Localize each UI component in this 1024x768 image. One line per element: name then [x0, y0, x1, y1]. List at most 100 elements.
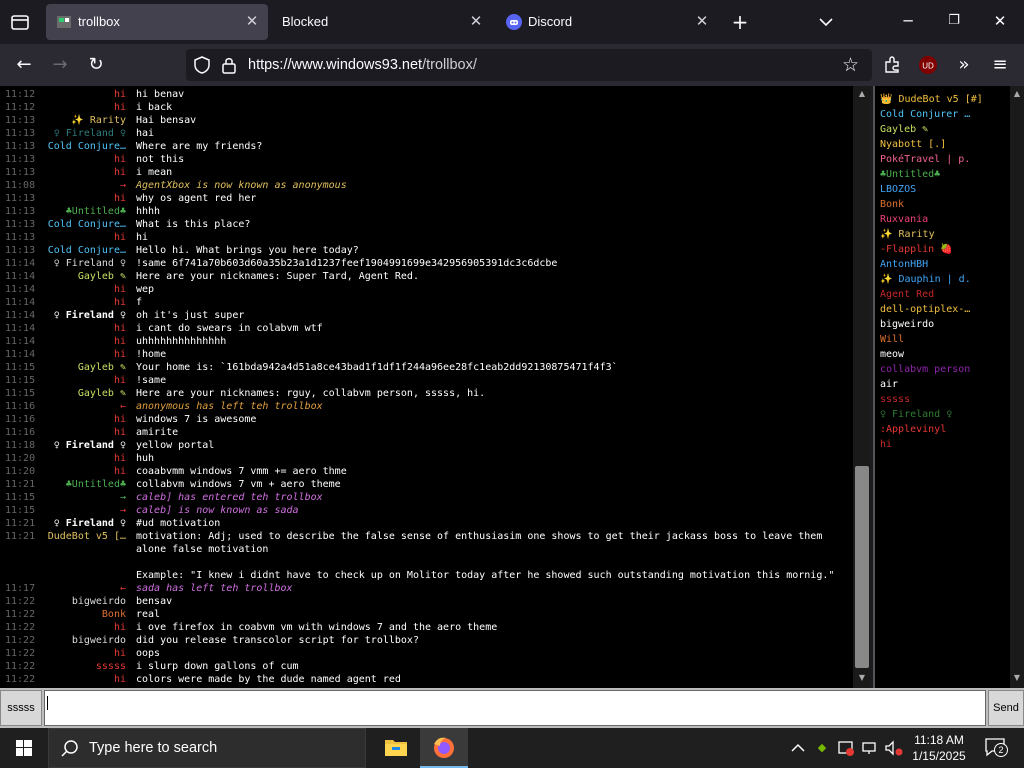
user-list-item[interactable]: hi	[880, 437, 892, 452]
forward-arrow-icon[interactable]: →	[46, 51, 74, 79]
user-list-item[interactable]: AntonHBH	[880, 257, 928, 272]
message-nickname[interactable]: hi	[26, 413, 126, 426]
message-nickname[interactable]: ♣Untitled♣	[26, 205, 126, 218]
nickname-button[interactable]: sssss	[0, 690, 42, 726]
user-list-item[interactable]: ♀ Fireland ♀	[880, 407, 952, 422]
message-nickname[interactable]: hi	[26, 322, 126, 335]
url-bar[interactable]: https://www.windows93.net/trollbox/ ☆	[186, 49, 872, 81]
scroll-down-icon[interactable]: ▼	[1010, 672, 1024, 684]
user-list-item[interactable]: sssss	[880, 392, 910, 407]
message-nickname[interactable]: ←	[26, 400, 126, 413]
message-nickname[interactable]: Gayleb ✎	[26, 387, 126, 400]
message-nickname[interactable]: Gayleb ✎	[26, 361, 126, 374]
message-nickname[interactable]: hi	[26, 296, 126, 309]
message-nickname[interactable]: hi	[26, 673, 126, 686]
system-clock[interactable]: 11:18 AM 1/15/2025	[906, 732, 972, 764]
message-nickname[interactable]: ♀ Fireland ♀	[26, 439, 126, 452]
message-nickname[interactable]: hi	[26, 166, 126, 179]
user-list-item[interactable]: :Applevinyl	[880, 422, 946, 437]
firefox-icon[interactable]	[420, 728, 468, 768]
user-list-item[interactable]: LBOZOS	[880, 182, 916, 197]
windows-start-icon[interactable]	[0, 728, 48, 768]
chat-scrollbar[interactable]: ▲ ▼	[853, 86, 871, 688]
chat-log[interactable]: 11:12 hi hi benav 11:12 hi i back 11:13 ✨ Rarit…	[0, 86, 871, 688]
message-nickname[interactable]: bigweirdo	[26, 634, 126, 647]
tab-trollbox[interactable]: trollbox ✕	[46, 4, 268, 40]
message-nickname[interactable]: hi	[26, 465, 126, 478]
message-nickname[interactable]: ♣Untitled♣	[26, 478, 126, 491]
message-nickname[interactable]: hi	[26, 621, 126, 634]
user-list-item[interactable]: air	[880, 377, 898, 392]
ublock-origin-icon[interactable]: UD	[914, 51, 942, 79]
url-text[interactable]: https://www.windows93.net/trollbox/	[248, 57, 477, 73]
message-nickname[interactable]: ♀ Fireland ♀	[26, 257, 126, 270]
chevron-down-icon[interactable]	[812, 8, 840, 36]
scroll-up-icon[interactable]: ▲	[855, 88, 869, 100]
message-nickname[interactable]: →	[26, 491, 126, 504]
message-nickname[interactable]: hi	[26, 283, 126, 296]
user-list-item[interactable]: ✨ Dauphin | d.	[880, 272, 971, 287]
message-nickname[interactable]: hi	[26, 153, 126, 166]
send-button[interactable]: Send	[988, 690, 1024, 726]
nvidia-icon[interactable]: ◆	[812, 738, 832, 758]
message-nickname[interactable]: hi	[26, 647, 126, 660]
scroll-down-icon[interactable]: ▼	[855, 672, 869, 684]
user-list-item[interactable]: Gayleb ✎	[880, 122, 928, 137]
bookmark-star-icon[interactable]: ☆	[842, 54, 859, 76]
message-nickname[interactable]: Gayleb ✎	[26, 270, 126, 283]
network-icon[interactable]	[860, 738, 880, 758]
message-nickname[interactable]: hi	[26, 335, 126, 348]
back-arrow-icon[interactable]: ←	[10, 51, 38, 79]
user-list-item[interactable]: bigweirdo	[880, 317, 934, 332]
message-nickname[interactable]: ♀ Fireland ♀	[26, 127, 126, 140]
file-explorer-icon[interactable]	[372, 728, 420, 768]
close-tab-icon[interactable]: ✕	[694, 13, 710, 29]
user-list-item[interactable]: Agent Red	[880, 287, 934, 302]
user-list-item[interactable]: Will	[880, 332, 904, 347]
restore-icon[interactable]: ❐	[934, 6, 974, 36]
user-list-item[interactable]: meow	[880, 347, 904, 362]
minimize-icon[interactable]: ─	[888, 6, 928, 36]
user-list-item[interactable]: 👑 DudeBot v5 [#]	[880, 92, 983, 107]
user-list-item[interactable]: dell-optiplex-…	[880, 302, 970, 317]
tab-blocked[interactable]: Blocked ✕	[270, 4, 492, 40]
message-nickname[interactable]: hi	[26, 231, 126, 244]
tracking-shield-icon[interactable]	[194, 56, 210, 78]
message-nickname[interactable]: ♀ Fireland ♀	[26, 309, 126, 322]
taskbar-search-box[interactable]: Type here to search	[48, 728, 366, 768]
message-nickname[interactable]: →	[26, 179, 126, 192]
extensions-icon[interactable]	[878, 51, 906, 79]
message-nickname[interactable]: ♀ Fireland ♀	[26, 517, 126, 530]
defender-alert-icon[interactable]	[836, 738, 856, 758]
reload-icon[interactable]: ↻	[82, 51, 110, 79]
user-list-item[interactable]: Nyabott [.]	[880, 137, 946, 152]
chevron-up-icon[interactable]	[788, 738, 808, 758]
window-close-icon[interactable]: ✕	[980, 6, 1020, 36]
user-list-item[interactable]: ✨ Rarity	[880, 227, 935, 242]
scroll-up-icon[interactable]: ▲	[1010, 88, 1024, 100]
message-nickname[interactable]: hi	[26, 192, 126, 205]
all-tabs-icon[interactable]	[8, 8, 32, 36]
new-tab-icon[interactable]: +	[726, 8, 754, 36]
user-list-item[interactable]: Ruxvania	[880, 212, 928, 227]
message-nickname[interactable]: hi	[26, 426, 126, 439]
user-list-item[interactable]: Cold Conjurer …	[880, 107, 970, 122]
message-nickname[interactable]: sssss	[26, 660, 126, 673]
user-list-item[interactable]: ♣Untitled♣	[880, 167, 940, 182]
message-nickname[interactable]: hi	[26, 88, 126, 101]
user-list-item[interactable]: PokéTravel | p.	[880, 152, 970, 167]
message-nickname[interactable]: hi	[26, 101, 126, 114]
message-nickname[interactable]: hi	[26, 374, 126, 387]
message-nickname[interactable]: →	[26, 504, 126, 517]
message-nickname[interactable]: bigweirdo	[26, 595, 126, 608]
message-nickname[interactable]: hi	[26, 348, 126, 361]
user-list-item[interactable]: collabvm person	[880, 362, 970, 377]
close-tab-icon[interactable]: ✕	[468, 13, 484, 29]
message-nickname[interactable]: DudeBot v5 […	[26, 530, 126, 543]
volume-muted-icon[interactable]	[884, 738, 904, 758]
lock-icon[interactable]	[222, 56, 236, 78]
hamburger-menu-icon[interactable]: ≡	[986, 51, 1014, 79]
tab-discord[interactable]: Discord ✕	[496, 4, 718, 40]
message-nickname[interactable]: Cold Conjure…	[26, 218, 126, 231]
user-list-item[interactable]: -Flapplin 🍓	[880, 242, 953, 257]
